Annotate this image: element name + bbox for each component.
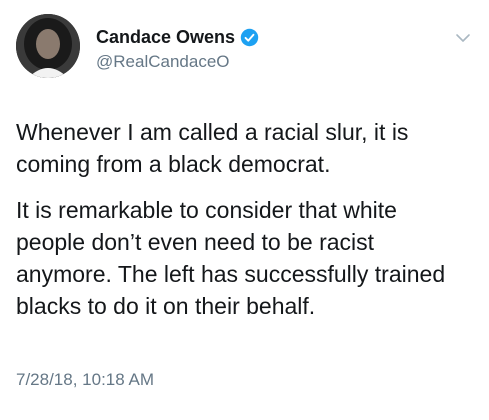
tweet-timestamp[interactable]: 7/28/18, 10:18 AM (16, 370, 154, 390)
avatar[interactable] (16, 14, 80, 78)
verified-badge-icon (240, 28, 259, 46)
author-row: Candace Owens (96, 26, 259, 48)
tweet-paragraph: Whenever I am called a racial slur, it i… (16, 119, 409, 177)
display-name[interactable]: Candace Owens (96, 27, 235, 48)
chevron-down-icon[interactable] (455, 30, 471, 46)
user-handle[interactable]: @RealCandaceO (96, 52, 230, 72)
tweet-paragraph: It is remarkable to consider that white … (16, 197, 446, 319)
tweet-text: Whenever I am called a racial slur, it i… (16, 116, 471, 336)
profile-photo-icon (16, 14, 80, 78)
tweet-card: Candace Owens @RealCandaceO Whenever I a… (0, 0, 489, 420)
